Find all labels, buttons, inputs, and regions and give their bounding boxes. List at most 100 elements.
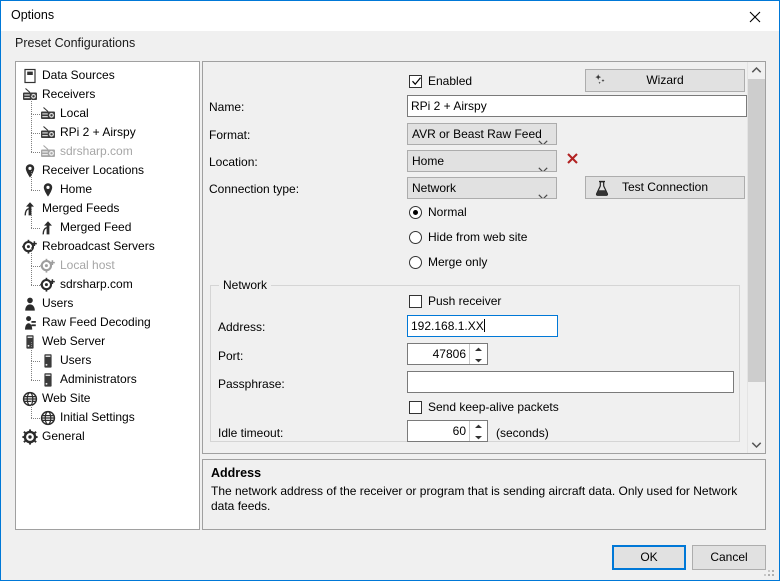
tree-item-administrators[interactable]: Administrators bbox=[16, 370, 199, 389]
format-combobox[interactable]: AVR or Beast Raw Feed bbox=[407, 123, 557, 145]
tree-connector bbox=[31, 190, 40, 191]
name-input[interactable]: RPi 2 + Airspy bbox=[407, 95, 747, 117]
idle-timeout-label: Idle timeout: bbox=[218, 426, 284, 440]
options-dialog: Options Preset Configurations Data Sourc… bbox=[0, 0, 780, 581]
scroll-down-icon[interactable] bbox=[748, 436, 765, 453]
tree-item-rebroadcast-servers[interactable]: Rebroadcast Servers bbox=[16, 237, 199, 256]
tree-item-label: sdrsharp.com bbox=[60, 144, 133, 158]
radio-merge-label: Merge only bbox=[428, 255, 488, 269]
tree-item-users[interactable]: Users bbox=[16, 294, 199, 313]
tree-item-label: General bbox=[42, 429, 85, 443]
preset-configurations-header: Preset Configurations bbox=[15, 36, 136, 50]
connection-type-label: Connection type: bbox=[209, 182, 300, 196]
connection-type-combobox[interactable]: Network bbox=[407, 177, 557, 199]
tree-item-local[interactable]: Local bbox=[16, 104, 199, 123]
merge-arrow-icon bbox=[22, 201, 38, 217]
tree-item-sdrsharp-com[interactable]: sdrsharp.com bbox=[16, 275, 199, 294]
tree-item-home[interactable]: Home bbox=[16, 180, 199, 199]
flask-icon bbox=[594, 180, 610, 203]
location-value: Home bbox=[412, 154, 445, 168]
check-icon bbox=[411, 76, 422, 90]
test-connection-button[interactable]: Test Connection bbox=[585, 176, 745, 199]
ok-label: OK bbox=[640, 550, 658, 564]
tree-item-general[interactable]: General bbox=[16, 427, 199, 446]
receiver-icon bbox=[40, 125, 56, 141]
tree-item-label: sdrsharp.com bbox=[60, 277, 133, 291]
tree-item-label: Rebroadcast Servers bbox=[42, 239, 155, 253]
network-groupbox-title: Network bbox=[219, 278, 272, 292]
stepper-buttons[interactable] bbox=[469, 344, 487, 364]
merge-arrow-icon bbox=[40, 220, 56, 236]
stepper-buttons[interactable] bbox=[469, 421, 487, 441]
address-label: Address: bbox=[218, 320, 266, 334]
antenna-icon bbox=[22, 315, 38, 331]
red-x-icon bbox=[566, 153, 579, 168]
tree-item-label: Merged Feed bbox=[60, 220, 132, 234]
port-label: Port: bbox=[218, 349, 244, 363]
title-bar: Options bbox=[1, 1, 779, 31]
tree-item-label: Web Site bbox=[42, 391, 91, 405]
globe-icon bbox=[40, 410, 56, 426]
stepper-down-icon[interactable] bbox=[470, 431, 487, 441]
chevron-down-icon bbox=[538, 186, 548, 198]
name-label: Name: bbox=[209, 100, 245, 114]
help-title: Address bbox=[211, 466, 262, 480]
idle-timeout-value: 60 bbox=[452, 424, 466, 438]
close-button[interactable] bbox=[733, 1, 779, 31]
text-caret bbox=[483, 319, 485, 332]
tree-item-merged-feed[interactable]: Merged Feed bbox=[16, 218, 199, 237]
location-combobox[interactable]: Home bbox=[407, 150, 557, 172]
tree-item-raw-feed-decoding[interactable]: Raw Feed Decoding bbox=[16, 313, 199, 332]
scroll-up-icon[interactable] bbox=[748, 62, 765, 79]
ok-button[interactable]: OK bbox=[612, 545, 686, 570]
settings-scrollbar[interactable] bbox=[747, 62, 765, 453]
tree-item-rpi-2-airspy[interactable]: RPi 2 + Airspy bbox=[16, 123, 199, 142]
passphrase-input[interactable] bbox=[407, 371, 734, 393]
tree-item-data-sources[interactable]: Data Sources bbox=[16, 66, 199, 85]
tree-item-local-host[interactable]: Local host bbox=[16, 256, 199, 275]
delete-location-button[interactable] bbox=[566, 152, 579, 168]
tree-item-label: Receiver Locations bbox=[42, 163, 145, 177]
port-stepper[interactable]: 47806 bbox=[407, 343, 488, 365]
tree-item-label: Administrators bbox=[60, 372, 137, 386]
tree-item-web-site[interactable]: Web Site bbox=[16, 389, 199, 408]
address-input[interactable]: 192.168.1.XX bbox=[407, 315, 558, 337]
tree-item-label: Users bbox=[60, 353, 92, 367]
tree-item-receivers[interactable]: Receivers bbox=[16, 85, 199, 104]
tree-connector bbox=[31, 285, 40, 286]
tree-item-users[interactable]: Users bbox=[16, 351, 199, 370]
tree-connector bbox=[31, 380, 40, 381]
tree-item-label: Home bbox=[60, 182, 93, 196]
gear-plus-icon bbox=[22, 239, 38, 255]
idle-timeout-stepper[interactable]: 60 bbox=[407, 420, 488, 442]
tree-item-sdrsharp-com[interactable]: sdrsharp.com bbox=[16, 142, 199, 161]
gear-plus-icon bbox=[40, 277, 56, 293]
radio-hide-label: Hide from web site bbox=[428, 230, 528, 244]
receiver-settings-panel: Enabled Wizard Name: RPi 2 + Airspy Form… bbox=[202, 61, 766, 454]
stepper-up-icon[interactable] bbox=[470, 421, 487, 431]
server-icon bbox=[22, 334, 38, 350]
window-title: Options bbox=[11, 8, 55, 22]
tree-connector bbox=[31, 95, 32, 114]
preset-tree[interactable]: Data Sources Receivers Local RPi 2 + Airspy… bbox=[15, 61, 200, 530]
checkbox-box bbox=[409, 401, 422, 414]
chevron-down-icon bbox=[538, 159, 548, 171]
cancel-button[interactable]: Cancel bbox=[692, 545, 766, 570]
resize-grip[interactable] bbox=[764, 566, 776, 578]
tree-item-label: Users bbox=[42, 296, 74, 310]
checkbox-box bbox=[409, 295, 422, 308]
tree-connector bbox=[31, 114, 32, 133]
stepper-up-icon[interactable] bbox=[470, 344, 487, 354]
tree-item-receiver-locations[interactable]: Receiver Locations bbox=[16, 161, 199, 180]
cancel-label: Cancel bbox=[710, 550, 748, 564]
gear-plus-icon bbox=[40, 258, 56, 274]
checkbox-box bbox=[409, 75, 422, 88]
stepper-down-icon[interactable] bbox=[470, 354, 487, 364]
wizard-button[interactable]: Wizard bbox=[585, 69, 745, 92]
tree-connector bbox=[31, 133, 32, 152]
tree-item-merged-feeds[interactable]: Merged Feeds bbox=[16, 199, 199, 218]
scrollbar-thumb[interactable] bbox=[748, 79, 765, 382]
tree-item-web-server[interactable]: Web Server bbox=[16, 332, 199, 351]
tree-item-initial-settings[interactable]: Initial Settings bbox=[16, 408, 199, 427]
push-receiver-label: Push receiver bbox=[428, 294, 502, 308]
